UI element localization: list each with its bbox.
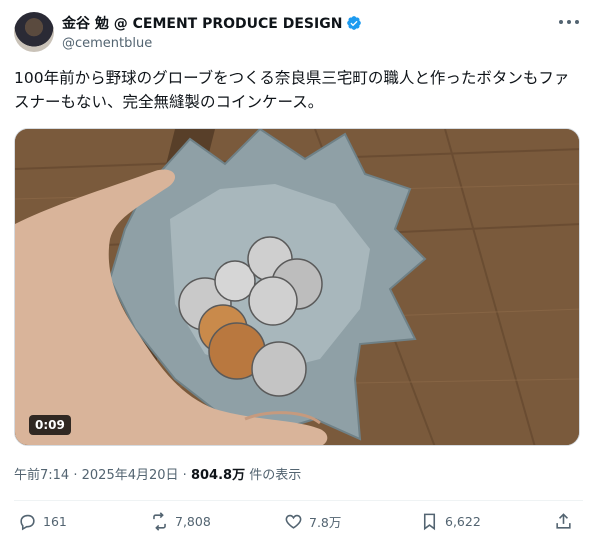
like-icon [285, 514, 302, 529]
like-button[interactable]: 7.8万 [284, 512, 341, 531]
bookmark-count: 6,622 [445, 514, 481, 529]
reply-count: 161 [43, 514, 67, 529]
action-bar: 161 7,808 7.8万 6,622 [14, 512, 583, 538]
video-player[interactable]: 0:09 [14, 128, 580, 446]
repost-count: 7,808 [175, 514, 211, 529]
tweet-text: 100年前から野球のグローブをつくる奈良県三宅町の職人と作ったボタンもファスナー… [14, 69, 570, 111]
bookmark-button[interactable]: 6,622 [420, 512, 481, 531]
tweet-meta: 午前7:14 · 2025年4月20日 · 804.8万 件の表示 [14, 464, 301, 483]
verified-badge-icon [347, 16, 362, 30]
views-count: 804.8万 [190, 468, 246, 483]
video-frame [15, 129, 579, 445]
bookmark-icon [423, 513, 436, 531]
reply-button[interactable]: 161 [18, 512, 67, 531]
author-name-row: 金谷 勉 @ CEMENT PRODUCE DESIGN [62, 13, 362, 33]
meta-separator: · [73, 468, 78, 483]
tweet: 金谷 勉 @ CEMENT PRODUCE DESIGN @cementblue… [0, 0, 597, 542]
tweet-date[interactable]: 2025年4月20日 [82, 468, 179, 483]
more-icon[interactable] [559, 14, 579, 30]
display-name[interactable]: 金谷 勉 @ CEMENT PRODUCE DESIGN [62, 13, 342, 33]
tweet-time[interactable]: 午前7:14 [14, 468, 69, 483]
handle[interactable]: @cementblue [62, 36, 152, 51]
repost-icon [153, 512, 166, 531]
share-button[interactable] [554, 512, 573, 531]
views-label: 件の表示 [249, 468, 302, 483]
video-duration: 0:09 [29, 415, 71, 435]
share-icon [556, 513, 571, 529]
reply-icon [20, 514, 35, 531]
divider [14, 500, 583, 501]
meta-separator-2: · [182, 468, 187, 483]
like-count: 7.8万 [309, 515, 342, 530]
repost-button[interactable]: 7,808 [150, 512, 211, 531]
avatar[interactable] [14, 12, 54, 52]
